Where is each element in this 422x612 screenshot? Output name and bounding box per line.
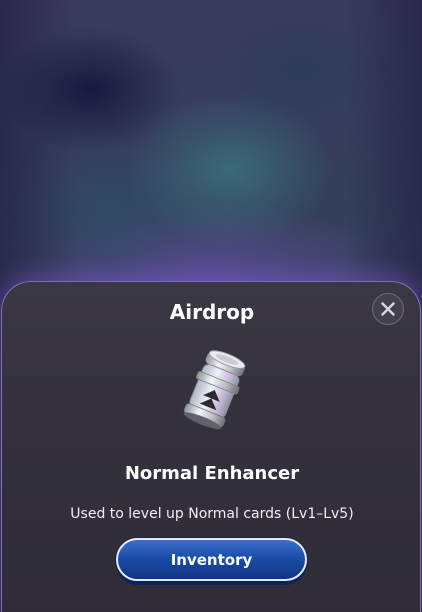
item-name: Normal Enhancer [124, 463, 300, 484]
close-button[interactable] [372, 293, 404, 325]
enhancer-canister-icon [183, 350, 246, 430]
inventory-button[interactable]: Inventory [116, 538, 307, 581]
close-icon [381, 302, 395, 316]
inventory-button-label: Inventory [170, 550, 253, 569]
popup-title: Airdrop [169, 300, 255, 324]
item-description: Used to level up Normal cards (Lv1–Lv5) [70, 506, 354, 522]
airdrop-popup: Airdrop Normal Enhancer Used to level up… [1, 281, 421, 612]
